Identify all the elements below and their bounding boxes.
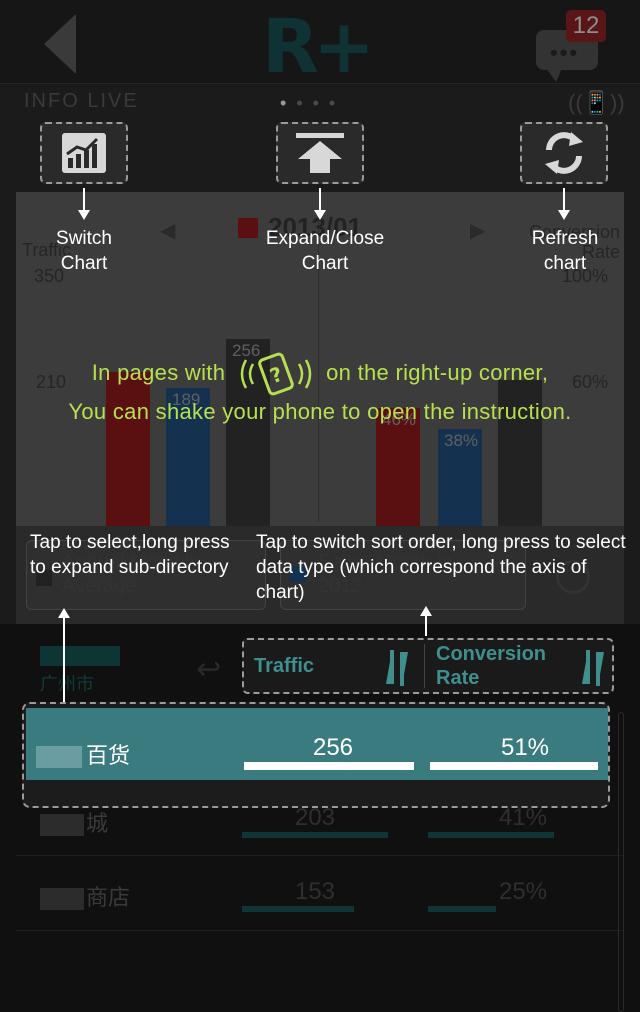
pointer-arrow-icon	[314, 188, 326, 220]
traffic-column-label: Traffic	[254, 655, 315, 677]
switch-chart-button[interactable]	[40, 122, 128, 184]
page-indicator: ••••	[280, 93, 346, 113]
tap-select-callout: Tap to select,long press to expand sub-d…	[30, 532, 230, 578]
back-arrow-icon[interactable]	[44, 14, 76, 74]
conversion-bar	[430, 762, 598, 770]
row-divider	[16, 855, 624, 856]
shake-phone-icon: ?	[240, 352, 311, 396]
undo-arrow-icon[interactable]: ↩	[196, 652, 221, 687]
expand-close-callout: Expand/Close Chart	[265, 228, 385, 274]
list-item-traffic: 203	[294, 804, 336, 831]
refresh-chart-callout: Refresh chart	[531, 228, 599, 274]
svg-text:?: ?	[266, 362, 285, 389]
chat-dots-icon: •••	[550, 40, 580, 65]
list-item-traffic: 256	[312, 734, 354, 761]
tap-sort-callout: Tap to switch sort order, long press to …	[256, 532, 626, 603]
pointer-arrow-icon	[420, 606, 432, 636]
sort-icon	[582, 650, 604, 686]
list-item-conversion: 51%	[500, 734, 550, 761]
app-logo: R+	[262, 4, 375, 90]
conversion-bar	[428, 906, 496, 912]
list-item-name[interactable]: 商店	[40, 880, 130, 912]
shake-text-before: In pages with	[91, 359, 226, 385]
message-count-badge: 12	[566, 10, 606, 42]
pointer-arrow-icon	[558, 188, 570, 220]
sort-header: Traffic Conversion Rate	[242, 638, 614, 694]
expand-close-chart-button[interactable]	[276, 122, 364, 184]
conversion-bar	[428, 832, 554, 838]
shake-text-after: on the right-up corner,	[326, 359, 549, 385]
shake-instruction: In pages with ? on the right-up corner, …	[0, 352, 640, 428]
conversion-column-label: Conversion Rate	[436, 643, 547, 689]
pointer-arrow-icon	[78, 188, 90, 220]
next-month-icon[interactable]: ▶	[470, 218, 485, 243]
traffic-bar	[242, 906, 354, 912]
shake-text-line2: You can shake your phone to open the ins…	[68, 399, 572, 424]
blurred-text	[36, 746, 82, 769]
city-name-blurred	[40, 646, 120, 666]
row-divider	[16, 930, 624, 931]
selected-row[interactable]: 百货 256 51%	[26, 708, 608, 780]
list-item-name[interactable]: 城	[40, 806, 108, 838]
traffic-bar	[244, 762, 414, 770]
refresh-icon	[545, 132, 583, 174]
refresh-chart-button[interactable]	[520, 122, 608, 184]
bar-value-label: 38%	[444, 431, 479, 450]
traffic-bar	[242, 832, 388, 838]
list-item-conversion: 25%	[498, 878, 548, 905]
traffic-sort-column[interactable]: Traffic	[244, 640, 424, 692]
column-divider	[424, 644, 425, 688]
list-item-name: 百货	[36, 738, 130, 770]
switch-chart-callout: Switch Chart	[56, 228, 112, 274]
conversion-sort-column[interactable]: Conversion Rate	[426, 640, 612, 692]
prev-month-icon[interactable]: ◀	[160, 218, 175, 243]
pointer-arrow-icon	[58, 608, 70, 704]
sort-icon	[386, 650, 408, 686]
list-item-traffic: 153	[294, 878, 336, 905]
scrollbar[interactable]	[618, 712, 624, 1012]
section-title: INFO LIVE	[24, 90, 139, 112]
list-item-conversion: 41%	[498, 804, 548, 831]
chart-switch-icon	[62, 133, 106, 173]
shake-indicator-icon[interactable]: ((📱))	[568, 90, 625, 116]
expand-collapse-icon	[296, 133, 344, 173]
top-bar: R+ ••• 12	[0, 0, 640, 90]
highlighted-list-item[interactable]: 百货 256 51%	[22, 702, 610, 808]
